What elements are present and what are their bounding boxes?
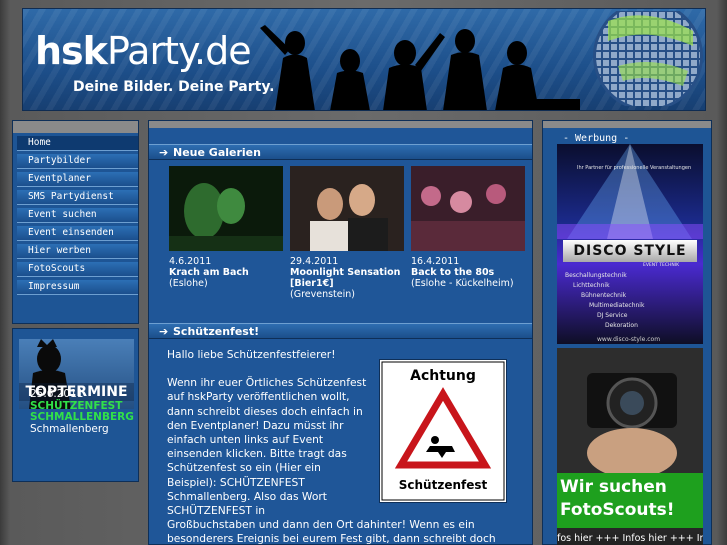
content-top-bar: [149, 121, 532, 128]
menu-item-eventplaner[interactable]: Eventplaner: [17, 172, 138, 187]
ad-service-item: DJ Service: [597, 312, 628, 319]
sign-top-text: Achtung: [410, 368, 476, 384]
gallery-location: (Grevenstein): [290, 289, 355, 300]
ad-tagline: Ihr Partner für professionelle Veranstal…: [577, 165, 692, 171]
ad-service-item: Lichttechnik: [573, 282, 610, 289]
menu-item-fotoscouts[interactable]: FotoScouts: [17, 262, 138, 277]
ad-service-item: Multimediatechnik: [589, 302, 645, 309]
site-tagline: Deine Bilder. Deine Party.: [73, 79, 275, 95]
gallery-item[interactable]: 16.4.2011 Back to the 80s (Eslohe - Kück…: [411, 166, 526, 289]
toptermine-event[interactable]: SCHÜTZENFEST SCHMALLENBERG: [30, 400, 138, 424]
gallery-item[interactable]: 29.4.2011 Moonlight Sensation [Bier1€] (…: [290, 166, 405, 300]
left-navigation-panel: Home Partybilder Eventplaner SMS Partydi…: [12, 120, 139, 324]
panel-top-bar: [13, 121, 138, 133]
toptermine-box: TOPTERMINE 25.6.2011 SCHÜTZENFEST SCHMAL…: [12, 328, 139, 482]
ad-service-item: Dekoration: [605, 322, 638, 329]
photographer-image: [557, 348, 703, 473]
menu-item-sms-partydienst[interactable]: SMS Partydienst: [17, 190, 138, 205]
menu-item-event-einsenden[interactable]: Event einsenden: [17, 226, 138, 241]
logo-part-party: Party.de: [106, 29, 252, 73]
panel-top-bar: [543, 121, 711, 128]
gallery-item[interactable]: 4.6.2011 Krach am Bach (Eslohe): [169, 166, 284, 289]
disco-style-logo: DISCO STYLE: [563, 240, 697, 262]
fotoscouts-headline-line2: FotoScouts!: [560, 500, 675, 520]
disco-ball-graphic: [593, 11, 703, 106]
gallery-date: 16.4.2011: [411, 256, 460, 267]
dancer-silhouettes-image: [260, 25, 580, 110]
gallery-name[interactable]: Back to the 80s: [411, 267, 526, 278]
section-heading-schuetzenfest: ➔ Schützenfest!: [149, 323, 532, 339]
fotoscouts-headline[interactable]: Wir suchen FotoScouts!: [557, 473, 703, 528]
menu-item-partybilder[interactable]: Partybilder: [17, 154, 138, 169]
menu-item-home[interactable]: Home: [17, 136, 138, 151]
section-heading-schuetzenfest-wrapper: ➔ Schützenfest!: [149, 323, 532, 339]
gallery-date: 29.4.2011: [290, 256, 339, 267]
logo-part-hsk: hsk: [35, 29, 108, 73]
toptermine-entry[interactable]: 25.6.2011 SCHÜTZENFEST SCHMALLENBERG Sch…: [30, 388, 138, 435]
ad-logo-sub: EVENT TECHNIK: [643, 263, 680, 268]
article-paragraph: Wenn ihr euer Örtliches Schützenfest auf…: [167, 376, 367, 518]
sign-bottom-text: Schützenfest: [398, 478, 488, 492]
menu-item-hier-werben[interactable]: Hier werben: [17, 244, 138, 259]
info-ticker[interactable]: fos hier +++ Infos hier +++ Info: [557, 531, 703, 545]
menu-item-event-suchen[interactable]: Event suchen: [17, 208, 138, 223]
gallery-location: (Eslohe - Kückelheim): [411, 278, 514, 289]
ad-service-item: Bühnentechnik: [581, 292, 627, 299]
toptermine-place: Schmallenberg: [30, 422, 109, 435]
party-photo-image: [411, 166, 525, 251]
gallery-thumbnail[interactable]: [411, 166, 525, 251]
disco-style-ad[interactable]: Ihr Partner für professionelle Veranstal…: [557, 144, 703, 344]
ad-url[interactable]: www.disco-style.com: [597, 336, 660, 343]
section-heading-label: Neue Galerien: [173, 146, 261, 159]
gallery-list: 4.6.2011 Krach am Bach (Eslohe) 29.4.201…: [169, 166, 529, 300]
gallery-thumbnail[interactable]: [169, 166, 283, 251]
advertising-column: - Werbung - Ihr Partner für professionel…: [542, 120, 712, 545]
warning-sign-image: Achtung Schützenfest: [379, 359, 507, 503]
article-paragraph-continued: Großbuchstaben und dann den Ort dahinter…: [167, 518, 496, 545]
arrow-right-icon: ➔: [159, 146, 169, 159]
gallery-location: (Eslohe): [169, 278, 208, 289]
section-heading-neue-galerien: ➔ Neue Galerien: [149, 144, 532, 160]
gallery-thumbnail[interactable]: [290, 166, 404, 251]
main-menu: Home Partybilder Eventplaner SMS Partydi…: [13, 136, 138, 295]
gallery-name[interactable]: Moonlight Sensation [Bier1€]: [290, 267, 405, 289]
article-greeting: Hallo liebe Schützenfestfeierer!: [167, 348, 336, 361]
site-header: hskParty.de Deine Bilder. Deine Party.: [22, 8, 706, 111]
arrow-right-icon: ➔: [159, 325, 169, 338]
toptermine-date: 25.6.2011: [30, 388, 84, 400]
fotoscouts-ad[interactable]: Wir suchen FotoScouts! fos hier +++ Info…: [557, 348, 703, 545]
fotoscouts-headline-line1: Wir suchen: [560, 477, 667, 497]
main-content: ➔ Neue Galerien 4.6.2011 Krach am Bach (E…: [148, 120, 533, 545]
site-logo[interactable]: hskParty.de: [35, 29, 252, 73]
menu-item-impressum[interactable]: Impressum: [17, 280, 138, 295]
section-heading-label: Schützenfest!: [173, 325, 260, 338]
party-photo-image: [290, 166, 404, 251]
party-photo-image: [169, 166, 283, 251]
gallery-date: 4.6.2011: [169, 256, 212, 267]
ad-service-item: Beschallungstechnik: [565, 272, 627, 279]
gallery-name[interactable]: Krach am Bach: [169, 267, 284, 278]
